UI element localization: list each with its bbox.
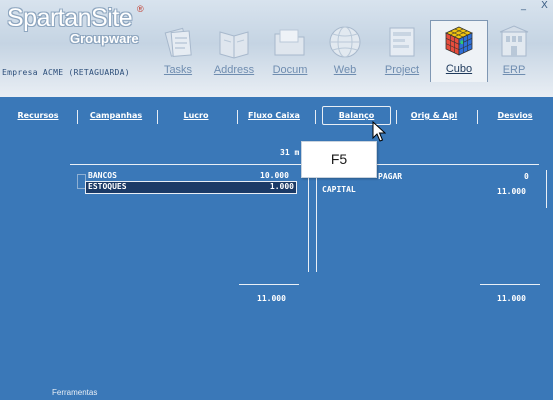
module-erp[interactable]: ERP	[484, 22, 544, 76]
tab-campanhas[interactable]: Campanhas	[84, 106, 148, 126]
module-label: Project	[384, 64, 420, 76]
tab-lucro[interactable]: Lucro	[170, 106, 222, 126]
module-label: Tasks	[163, 64, 193, 76]
brand-subtitle: Groupware	[70, 31, 139, 46]
tab-recursos[interactable]: Recursos	[10, 106, 66, 126]
tab-separator	[315, 110, 316, 124]
tab-desvios[interactable]: Desvios	[486, 106, 544, 126]
erp-building-icon	[499, 25, 529, 57]
tab-separator	[237, 110, 238, 124]
row-checkbox[interactable]	[77, 174, 86, 189]
table-top-rule-left	[70, 164, 310, 165]
module-label: Web	[333, 64, 357, 76]
total-right: 11.000	[497, 294, 526, 303]
registered-mark: ®	[137, 4, 144, 14]
module-label: Docum	[272, 64, 308, 76]
address-book-icon	[219, 31, 249, 59]
total-rule-right	[480, 284, 540, 285]
project-icon	[389, 27, 415, 57]
account-value: 0	[524, 172, 529, 181]
report-tab-bar: Recursos Campanhas Lucro Fluxo Caixa Bal…	[0, 106, 553, 128]
tab-separator	[157, 110, 158, 124]
mouse-cursor-icon	[372, 121, 386, 142]
minimize-button[interactable]: _	[521, 0, 526, 11]
module-cubo[interactable]: Cubo	[430, 20, 488, 82]
account-name[interactable]: PAGAR	[378, 172, 402, 181]
tools-label[interactable]: Ferramentas	[52, 388, 97, 397]
scroll-edge	[546, 170, 547, 208]
tab-separator	[477, 110, 478, 124]
brand-logo: SpartanSite	[7, 4, 133, 32]
column-divider-right	[316, 172, 317, 272]
total-rule-left	[239, 284, 299, 285]
total-left: 11.000	[257, 294, 286, 303]
tab-fluxo-caixa[interactable]: Fluxo Caixa	[243, 106, 305, 126]
shortcut-tooltip: F5	[301, 141, 377, 178]
rubik-cube-icon	[445, 26, 473, 56]
account-value: 10.000	[260, 171, 289, 180]
account-name[interactable]: CAPITAL	[322, 185, 356, 194]
globe-icon	[329, 26, 361, 58]
module-web[interactable]: Web	[315, 22, 375, 76]
report-date-header: 31 m	[280, 148, 300, 157]
column-divider	[308, 165, 309, 272]
module-label: Cubo	[445, 63, 473, 75]
module-docum[interactable]: Docum	[260, 22, 320, 76]
tasks-icon	[164, 27, 192, 58]
account-value: 11.000	[497, 187, 526, 196]
tab-separator	[396, 110, 397, 124]
module-project[interactable]: Project	[372, 22, 432, 76]
account-value: 1.000	[269, 182, 294, 191]
table-row-selected[interactable]: ESTOQUES 1.000	[85, 181, 297, 194]
document-folder-icon	[274, 29, 305, 56]
tab-separator	[77, 110, 78, 124]
tab-orig-apl[interactable]: Orig & Apl	[403, 106, 465, 126]
module-tasks[interactable]: Tasks	[148, 22, 208, 76]
company-label: Empresa ACME (RETAGUARDA)	[2, 68, 130, 77]
close-button[interactable]: X	[541, 0, 548, 11]
header-bar: SpartanSite ® Groupware Empresa ACME (RE…	[0, 0, 553, 97]
account-name: ESTOQUES	[88, 182, 127, 191]
module-address[interactable]: Address	[204, 22, 264, 76]
module-label: ERP	[502, 64, 526, 76]
account-name[interactable]: BANCOS	[88, 171, 117, 180]
module-label: Address	[213, 64, 255, 76]
